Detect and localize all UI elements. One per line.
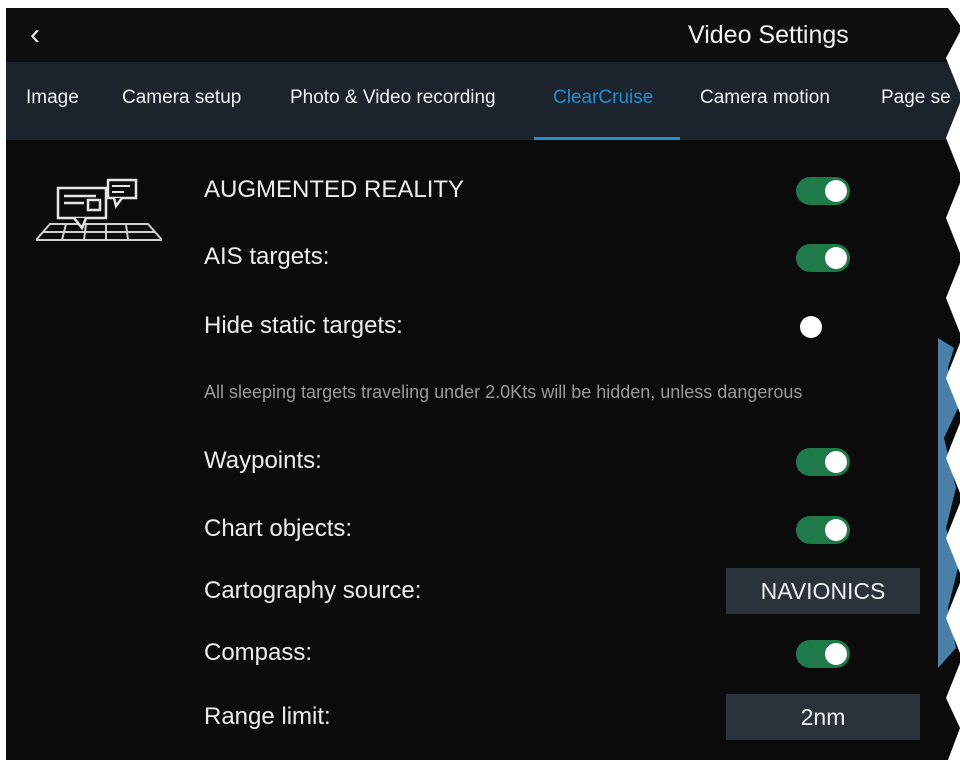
ais-targets-label: AIS targets: [204, 243, 330, 270]
toggle-knob [825, 451, 847, 473]
video-settings-screen: ‹ Video Settings Image Camera setup Phot… [6, 8, 960, 760]
title-bar: ‹ Video Settings [6, 8, 960, 62]
tab-camera-setup[interactable]: Camera setup [122, 86, 241, 110]
augmented-reality-toggle[interactable] [796, 177, 850, 205]
back-button[interactable]: ‹ [20, 18, 50, 52]
cartography-source-label: Cartography source: [204, 577, 422, 604]
tab-image[interactable]: Image [26, 86, 79, 110]
tab-camera-motion[interactable]: Camera motion [700, 86, 830, 110]
hide-static-targets-toggle[interactable] [796, 313, 850, 341]
tab-photo-video-recording[interactable]: Photo & Video recording [290, 86, 496, 110]
ais-targets-toggle[interactable] [796, 244, 850, 272]
waypoints-toggle[interactable] [796, 448, 850, 476]
compass-toggle[interactable] [796, 640, 850, 668]
augmented-reality-icon [36, 178, 162, 241]
range-limit-label: Range limit: [204, 703, 331, 730]
toggle-knob [825, 643, 847, 665]
cartography-source-button[interactable]: NAVIONICS [726, 568, 920, 614]
page-title: Video Settings [688, 21, 849, 49]
tab-clearcruise[interactable]: ClearCruise [553, 86, 653, 110]
toggle-knob [800, 316, 822, 338]
clearcruise-settings-panel: AUGMENTED REALITY AIS targets: Hide stat… [6, 140, 960, 760]
range-limit-button[interactable]: 2nm [726, 694, 920, 740]
torn-edge-decoration [938, 8, 960, 760]
toggle-knob [825, 180, 847, 202]
hide-static-targets-note: All sleeping targets traveling under 2.0… [204, 382, 803, 402]
augmented-reality-label: AUGMENTED REALITY [204, 176, 465, 203]
chart-objects-toggle[interactable] [796, 516, 850, 544]
toggle-knob [825, 519, 847, 541]
chevron-left-icon: ‹ [30, 18, 40, 51]
waypoints-label: Waypoints: [204, 447, 322, 474]
hide-static-targets-label: Hide static targets: [204, 312, 403, 339]
chart-objects-label: Chart objects: [204, 515, 353, 542]
tab-bar: Image Camera setup Photo & Video recordi… [6, 62, 960, 140]
compass-label: Compass: [204, 639, 313, 666]
toggle-knob [825, 247, 847, 269]
